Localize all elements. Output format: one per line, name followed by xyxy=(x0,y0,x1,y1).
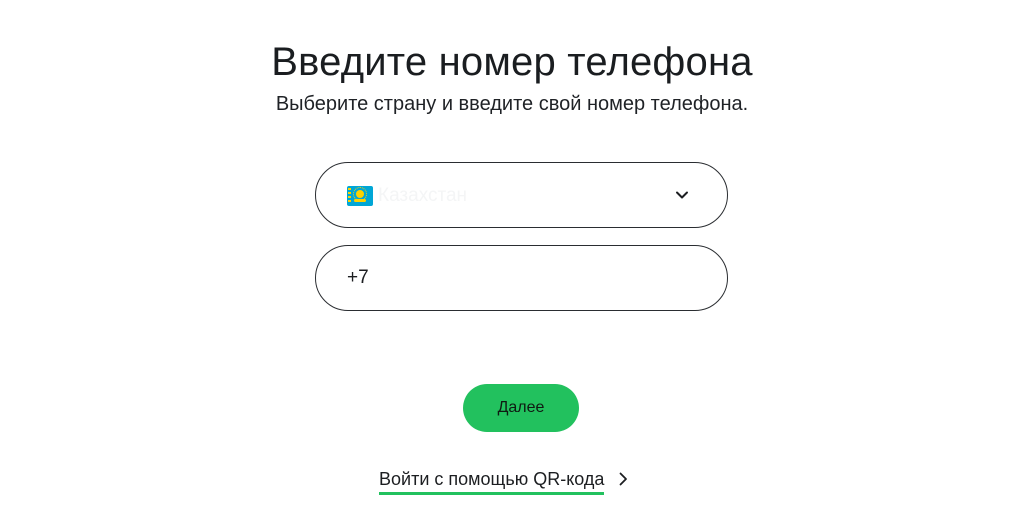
phone-number-field[interactable] xyxy=(315,245,728,311)
qr-login-link[interactable]: Войти с помощью QR-кода xyxy=(379,467,629,495)
flag-kazakhstan-icon xyxy=(347,186,373,206)
qr-login-label: Войти с помощью QR-кода xyxy=(379,467,605,495)
page-subtitle: Выберите страну и введите свой номер тел… xyxy=(275,93,749,115)
chevron-right-icon xyxy=(620,472,628,486)
phone-number-input[interactable] xyxy=(347,246,687,310)
selected-country-label: Казахстан xyxy=(378,185,468,206)
country-select[interactable]: Казахстан xyxy=(315,162,728,228)
chevron-down-icon[interactable] xyxy=(674,187,690,203)
next-button[interactable]: Далее xyxy=(463,384,579,432)
login-phone-page: Введите номер телефона Выберите страну и… xyxy=(0,0,1024,518)
page-title: Введите номер телефона xyxy=(271,40,753,84)
